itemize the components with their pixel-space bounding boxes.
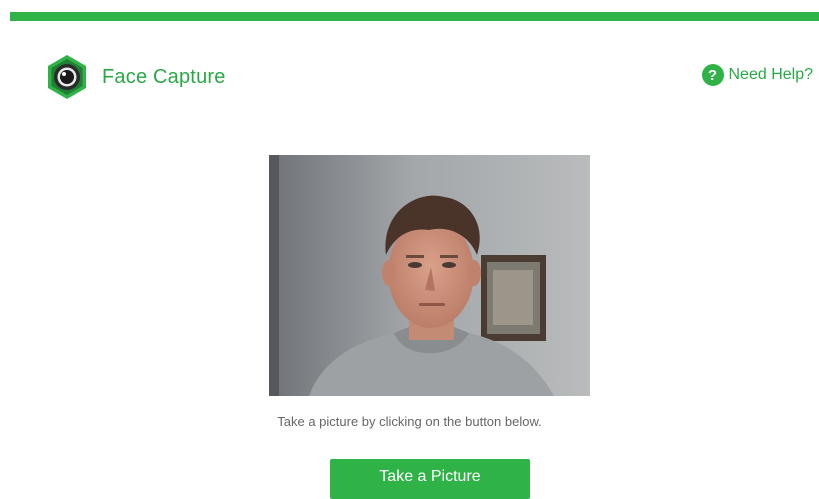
top-accent-bar — [10, 12, 819, 21]
question-mark-icon: ? — [701, 64, 724, 86]
need-help-label: Need Help? — [728, 66, 814, 83]
need-help-link[interactable]: ? Need Help? — [701, 64, 814, 86]
take-picture-button[interactable]: Take a Picture — [330, 459, 530, 499]
webcam-preview — [269, 155, 590, 396]
instruction-text: Take a picture by clicking on the button… — [277, 414, 542, 429]
camera-lens-icon — [48, 55, 86, 99]
page-title: Face Capture — [102, 65, 226, 88]
webcam-preview-image — [269, 155, 590, 396]
brand-header: Face Capture — [44, 54, 226, 100]
